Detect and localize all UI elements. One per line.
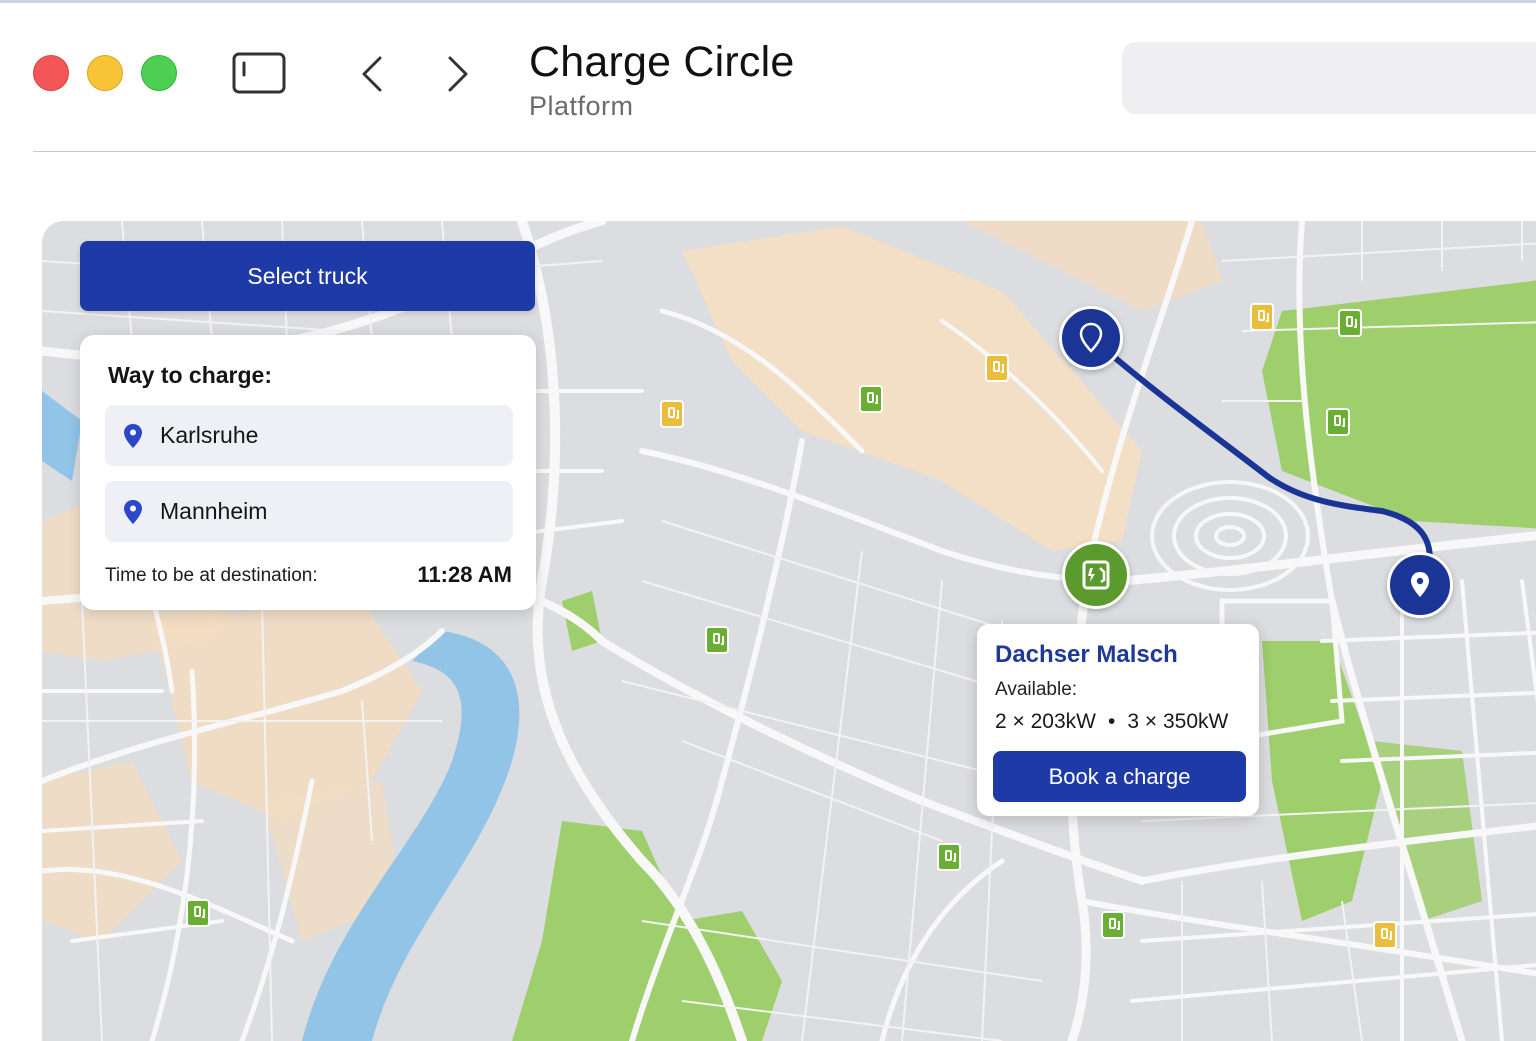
arrival-time-label: Time to be at destination: [105, 565, 318, 586]
capacity-row: 2 × 203kW • 3 × 350kW [995, 710, 1228, 734]
close-window-button[interactable] [33, 55, 69, 91]
origin-value: Karlsruhe [160, 422, 259, 448]
map-pin-icon [124, 500, 142, 524]
charging-station-icon[interactable] [1338, 309, 1362, 337]
charging-station-icon[interactable] [1373, 921, 1397, 949]
route-card: Way to charge: Karlsruhe Mannheim Time t… [80, 335, 536, 610]
origin-field[interactable]: Karlsruhe [105, 405, 513, 466]
charging-station-icon[interactable] [985, 354, 1009, 382]
capacity-a: 2 × 203kW [995, 710, 1096, 733]
map-pin-icon [124, 424, 142, 448]
station-popup: Dachser Malsch Available: 2 × 203kW • 3 × … [977, 624, 1259, 816]
app-subtitle: Platform [529, 91, 634, 121]
charging-station-icon[interactable] [1326, 408, 1350, 436]
capacity-b: 3 × 350kW [1127, 710, 1229, 733]
charging-station-icon[interactable] [937, 843, 961, 871]
search-input[interactable] [1122, 42, 1536, 114]
route-card-title: Way to charge: [108, 362, 273, 388]
station-name: Dachser Malsch [995, 641, 1178, 668]
arrival-time-value: 11:28 AM [417, 562, 512, 587]
window-top-border [0, 0, 1536, 3]
route-start-marker[interactable] [1059, 306, 1123, 370]
map-pin-icon [1079, 322, 1103, 353]
destination-value: Mannheim [160, 498, 268, 524]
route-destination-marker[interactable] [1387, 552, 1453, 618]
capacity-separator: • [1107, 710, 1116, 733]
selected-station-marker[interactable] [1062, 541, 1130, 609]
charging-station-icon[interactable] [705, 626, 729, 654]
book-charge-button[interactable]: Book a charge [993, 751, 1246, 802]
chevron-right-icon[interactable] [442, 54, 476, 94]
header-divider [33, 151, 1536, 152]
select-truck-button[interactable]: Select truck [80, 241, 535, 311]
charging-station-icon[interactable] [186, 899, 210, 927]
chevron-left-icon[interactable] [356, 54, 390, 94]
map-pin-icon [1411, 572, 1429, 597]
availability-label: Available: [995, 679, 1078, 700]
charging-station-icon[interactable] [1250, 303, 1274, 331]
minimize-window-button[interactable] [87, 55, 123, 91]
app-title: Charge Circle [529, 38, 795, 86]
charging-station-icon[interactable] [660, 400, 684, 428]
charging-station-icon [1082, 560, 1110, 590]
charging-station-icon[interactable] [1101, 911, 1125, 939]
zoom-window-button[interactable] [141, 55, 177, 91]
sidebar-toggle-icon[interactable] [232, 52, 286, 94]
destination-field[interactable]: Mannheim [105, 481, 513, 542]
charging-station-icon[interactable] [859, 385, 883, 413]
